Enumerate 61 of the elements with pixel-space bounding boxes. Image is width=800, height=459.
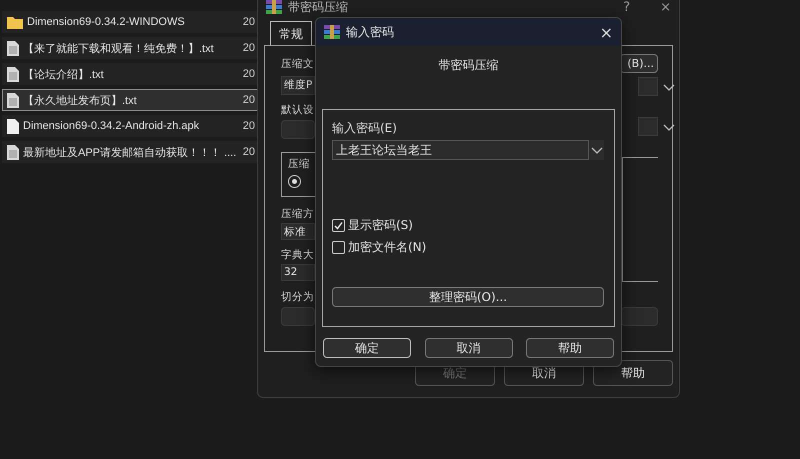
text-file-icon <box>7 144 19 160</box>
field-label: 切分为 <box>281 290 315 304</box>
field-label: 压缩方 <box>281 207 315 221</box>
split-field[interactable] <box>281 307 315 326</box>
close-button[interactable]: × <box>660 0 671 14</box>
checkbox[interactable] <box>332 219 345 232</box>
dialog-title: 输入密码 <box>346 24 395 40</box>
field-label: 字典大 <box>281 248 315 262</box>
file-date: 20 <box>242 16 255 28</box>
group-label: 压缩 <box>288 157 311 171</box>
password-field[interactable]: 上老王论坛当老王 <box>332 140 589 160</box>
file-date: 20 <box>242 146 255 158</box>
dropdown-field[interactable] <box>638 77 658 96</box>
file-row[interactable]: 【永久地址发布页】.txt 20 <box>2 89 258 111</box>
file-date: 20 <box>242 68 255 80</box>
close-button[interactable]: × <box>600 22 613 42</box>
file-name: Dimension69-0.34.2-WINDOWS <box>27 16 186 28</box>
method-field[interactable]: 标准 <box>281 223 315 240</box>
app-icon <box>324 25 340 39</box>
file-row[interactable]: Dimension69-0.34.2-WINDOWS 20 <box>2 11 258 33</box>
dropdown-field[interactable] <box>638 117 658 136</box>
folder-icon <box>7 15 23 29</box>
file-date: 20 <box>242 42 255 54</box>
dialog-button[interactable]: 帮助 <box>526 338 614 358</box>
split-unit-field[interactable] <box>621 307 658 326</box>
dialog-button[interactable]: 帮助 <box>593 360 673 386</box>
file-date: 20 <box>242 120 255 132</box>
browse-button[interactable]: (B)... <box>620 54 658 73</box>
checkbox-label: 加密文件名(N) <box>348 239 426 256</box>
dictionary-field[interactable]: 32 <box>281 264 315 281</box>
file-name: Dimension69-0.34.2-Android-zh.apk <box>23 120 200 132</box>
dialog-button[interactable]: 确定 <box>323 338 411 358</box>
field-label: 默认设 <box>281 103 315 117</box>
text-file-icon <box>7 92 19 108</box>
dialog-heading: 带密码压缩 <box>438 58 498 72</box>
check-icon <box>334 221 343 230</box>
file-name: 【论坛介绍】.txt <box>23 68 105 82</box>
file-row[interactable]: 最新地址及APP请发邮箱自动获取！！！ .... 20 <box>2 141 258 163</box>
file-row[interactable]: Dimension69-0.34.2-Android-zh.apk 20 <box>2 115 258 137</box>
help-button[interactable]: ? <box>623 0 630 14</box>
file-date: 20 <box>242 94 255 106</box>
file-row[interactable]: 【论坛介绍】.txt 20 <box>2 63 258 85</box>
radio-button[interactable] <box>288 175 301 188</box>
checkbox-label: 显示密码(S) <box>348 217 413 234</box>
file-name: 最新地址及APP请发邮箱自动获取！！！ .... <box>23 146 238 160</box>
checkbox[interactable] <box>332 241 345 254</box>
text-file-icon <box>7 40 19 56</box>
field-label: 压缩文 <box>281 57 315 71</box>
window-title: 带密码压缩 <box>288 0 349 16</box>
archive-name-field[interactable]: 维度P <box>281 76 315 95</box>
profile-field[interactable] <box>281 120 315 139</box>
file-row[interactable]: 【来了就能下载和观看！纯免费！】.txt 20 <box>2 37 258 59</box>
file-name: 【永久地址发布页】.txt <box>23 94 138 108</box>
organize-passwords-button[interactable]: 整理密码(O)... <box>332 287 604 307</box>
text-file-icon <box>7 66 19 82</box>
app-icon <box>266 0 282 14</box>
dialog-button[interactable]: 取消 <box>424 338 512 358</box>
file-name: 【来了就能下载和观看！纯免费！】.txt <box>23 42 215 56</box>
tab[interactable]: 常规 <box>270 21 312 45</box>
file-icon <box>7 118 19 134</box>
password-label: 输入密码(E) <box>332 120 398 137</box>
